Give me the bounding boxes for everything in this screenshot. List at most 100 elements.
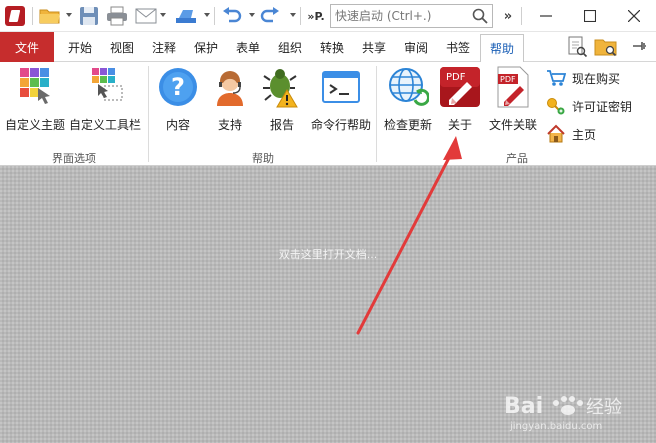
divider: [521, 7, 522, 25]
contents-button[interactable]: ? 内容: [154, 66, 202, 138]
watermark-brand: Bai: [504, 394, 543, 419]
custom-theme-label: 自定义主题: [4, 118, 65, 132]
double-chevron-icon: »: [307, 9, 315, 23]
svg-text:?: ?: [171, 73, 185, 101]
customize-quick-access-button[interactable]: » P.: [304, 5, 328, 27]
about-button[interactable]: PDF 关于: [436, 66, 484, 138]
key-icon: [547, 98, 565, 115]
globe-update-icon: [389, 68, 429, 106]
check-update-label: 检查更新: [383, 118, 432, 132]
file-association-button[interactable]: PDF 文件关联: [486, 66, 540, 138]
tab-help[interactable]: 帮助: [480, 34, 524, 63]
app-logo-icon[interactable]: [5, 6, 25, 26]
command-line-help-button[interactable]: 命令行帮助: [308, 66, 374, 138]
check-update-button[interactable]: 检查更新: [380, 66, 436, 138]
buy-now-button[interactable]: 现在购买: [546, 66, 620, 90]
redo-icon: [260, 7, 279, 23]
command-line-help-label: 命令行帮助: [310, 118, 371, 132]
tab-protect[interactable]: 保护: [188, 32, 224, 62]
home-page-button[interactable]: 主页: [546, 122, 596, 146]
divider: [32, 7, 33, 25]
truncated-label: P.: [314, 9, 325, 23]
custom-theme-button[interactable]: 自定义主题: [4, 66, 66, 138]
support-label: 支持: [217, 118, 242, 132]
tab-view[interactable]: 视图: [104, 32, 140, 62]
ribbon-tab-bar: 文件 开始 视图 注释 保护 表单 组织 转换 共享 审阅 书签 帮助: [0, 32, 656, 63]
divider: [214, 7, 215, 25]
double-chevron-down-icon: »: [503, 8, 513, 24]
scanner-icon: [176, 10, 196, 23]
tab-organize[interactable]: 组织: [272, 32, 308, 62]
tab-home[interactable]: 开始: [62, 32, 98, 62]
home-icon: [547, 124, 565, 143]
watermark-url: jingyan.baidu.com: [509, 421, 602, 432]
chevron-down-icon[interactable]: [290, 13, 296, 17]
tab-review[interactable]: 审阅: [398, 32, 434, 62]
toolbar-grid-icon: [92, 68, 123, 101]
email-icon: [135, 8, 157, 24]
bug-report-icon: [263, 69, 298, 108]
group-label-interface: 界面选项: [52, 152, 96, 165]
open-folder-button[interactable]: [38, 5, 62, 27]
support-button[interactable]: 支持: [206, 66, 254, 138]
chevron-down-icon[interactable]: [249, 13, 255, 17]
support-agent-icon: [217, 71, 243, 106]
buy-now-label: 现在购买: [572, 71, 621, 86]
pin-ribbon-icon[interactable]: [630, 36, 650, 58]
tab-bookmark[interactable]: 书签: [440, 32, 476, 62]
watermark-suffix: 经验: [586, 397, 622, 418]
pdf-about-icon: PDF: [440, 67, 480, 107]
paw-icon: [553, 396, 583, 415]
minimize-icon: [540, 15, 552, 17]
tab-form[interactable]: 表单: [230, 32, 266, 62]
pdf-file-association-icon: PDF: [497, 66, 529, 108]
print-button[interactable]: [104, 5, 130, 27]
custom-toolbar-button[interactable]: 自定义工具栏: [68, 66, 142, 138]
undo-icon: [223, 7, 242, 23]
chevron-down-icon[interactable]: [66, 13, 72, 17]
title-bar: »P. »: [0, 0, 656, 32]
ribbon-options-button[interactable]: »: [498, 5, 518, 27]
tab-file[interactable]: 文件: [0, 32, 54, 62]
close-button[interactable]: [612, 0, 656, 32]
chevron-down-icon[interactable]: [204, 13, 210, 17]
document-area[interactable]: 双击这里打开文档... Bai 经验 jingyan.baidu.com: [0, 166, 656, 443]
group-label-help: 帮助: [252, 152, 274, 165]
theme-palette-icon: [20, 68, 50, 104]
chevron-down-icon[interactable]: [160, 13, 166, 17]
about-label: 关于: [447, 118, 472, 132]
report-button[interactable]: 报告: [258, 66, 306, 138]
baidu-jingyan-watermark: Bai 经验 jingyan.baidu.com: [504, 394, 622, 432]
pdf-assoc-text: PDF: [500, 75, 516, 84]
terminal-icon: [322, 71, 360, 103]
scan-button[interactable]: [172, 5, 200, 27]
email-button[interactable]: [134, 5, 158, 27]
open-document-hint[interactable]: 双击这里打开文档...: [0, 246, 656, 262]
tab-convert[interactable]: 转换: [314, 32, 350, 62]
ribbon-panel: 自定义主题 自定义工具栏 界面选项 ? 内容 支持 报告 命令行帮助 帮助 检查…: [0, 62, 656, 166]
folder-search-icon[interactable]: [594, 36, 617, 58]
undo-button[interactable]: [220, 5, 244, 27]
close-icon: [628, 10, 640, 22]
home-page-label: 主页: [572, 127, 597, 142]
file-association-label: 文件关联: [488, 118, 537, 132]
group-divider: [148, 66, 149, 162]
printer-icon: [107, 6, 127, 26]
search-icon[interactable]: [472, 8, 488, 24]
group-label-product: 产品: [506, 152, 528, 165]
minimize-button[interactable]: [524, 0, 568, 32]
license-key-button[interactable]: 许可证密钥: [546, 94, 632, 118]
redo-button[interactable]: [258, 5, 282, 27]
tab-comment[interactable]: 注释: [146, 32, 182, 62]
quick-launch-search[interactable]: [330, 4, 493, 28]
save-button[interactable]: [77, 5, 101, 27]
report-label: 报告: [269, 118, 294, 132]
maximize-button[interactable]: [568, 0, 612, 32]
divider: [300, 7, 301, 25]
cart-icon: [547, 70, 566, 86]
group-divider: [376, 66, 377, 162]
document-search-icon[interactable]: [566, 36, 588, 58]
search-input[interactable]: [331, 5, 471, 27]
folder-icon: [39, 9, 60, 24]
tab-share[interactable]: 共享: [356, 32, 392, 62]
